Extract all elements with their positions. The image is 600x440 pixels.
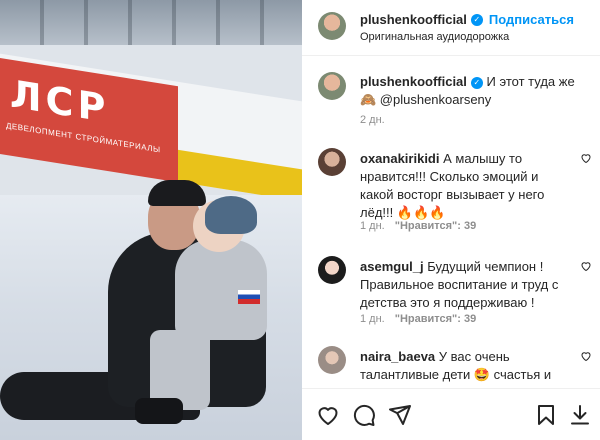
follow-button[interactable]: Подписаться <box>489 12 574 27</box>
comment-meta: 1 дн. "Нравится": 39 <box>360 220 476 232</box>
author-username[interactable]: plushenkoofficial <box>360 12 467 27</box>
heart-icon[interactable] <box>580 350 592 362</box>
post-side-panel: plushenkoofficial ✓ Подписаться Оригинальн… <box>302 0 600 440</box>
child-skate <box>135 398 183 424</box>
verified-badge-icon: ✓ <box>470 76 483 89</box>
comment-text-block: naira_baeva У вас очень талантливые дети… <box>360 348 574 384</box>
header-author: plushenkoofficial ✓ Подписаться <box>360 11 574 29</box>
author-avatar[interactable] <box>318 12 346 40</box>
post-caption: plushenkoofficial ✓ И этот туда же 🙈 @plu… <box>302 56 600 136</box>
caption-username[interactable]: plushenkoofficial <box>360 74 467 89</box>
adult-cap <box>148 180 206 206</box>
caption-author-avatar[interactable] <box>318 72 346 100</box>
post-header: plushenkoofficial ✓ Подписаться Оригинальн… <box>302 0 600 56</box>
comment-text-block: oxanakirikidi А малышу то нравится!!! Ск… <box>360 150 574 222</box>
caption-text-block: plushenkoofficial ✓ И этот туда же 🙈 @plu… <box>360 73 592 109</box>
verified-badge-icon: ✓ <box>470 13 483 26</box>
comment-icon[interactable] <box>352 403 376 427</box>
heart-icon[interactable] <box>580 260 592 272</box>
commenter-avatar[interactable] <box>318 346 346 374</box>
heart-icon[interactable] <box>580 152 592 164</box>
comment-username[interactable]: oxanakirikidi <box>360 151 439 166</box>
post-action-bar <box>302 388 600 440</box>
audio-link[interactable]: Оригинальная аудиодорожка <box>360 31 509 43</box>
sponsor-logo: ЛСР <box>10 71 110 132</box>
comment-likes[interactable]: "Нравится": 39 <box>395 220 476 232</box>
comment-username[interactable]: asemgul_j <box>360 259 424 274</box>
comment-timestamp[interactable]: 1 дн. <box>360 220 385 232</box>
comment-text-block: asemgul_j Будущий чемпион ! Правильное в… <box>360 258 574 312</box>
comment-likes[interactable]: "Нравится": 39 <box>395 313 476 325</box>
video-frame: ЛСР ДЕВЕЛОПМЕНТ СТРОЙМАТЕРИАЛЫ <box>0 0 302 440</box>
caption-timestamp[interactable]: 2 дн. <box>360 114 385 126</box>
comment-timestamp[interactable]: 1 дн. <box>360 313 385 325</box>
comment-meta: 1 дн. "Нравится": 39 <box>360 313 476 325</box>
bookmark-icon[interactable] <box>534 403 558 427</box>
comment-username[interactable]: naira_baeva <box>360 349 435 364</box>
comment-item: naira_baeva У вас очень талантливые дети… <box>302 346 600 388</box>
download-icon[interactable] <box>568 403 592 427</box>
post-video[interactable]: ЛСР ДЕВЕЛОПМЕНТ СТРОЙМАТЕРИАЛЫ <box>0 0 302 440</box>
heart-icon[interactable] <box>316 403 340 427</box>
share-icon[interactable] <box>388 403 412 427</box>
arena-rails <box>0 0 302 45</box>
commenter-avatar[interactable] <box>318 148 346 176</box>
child-hat <box>205 196 257 234</box>
russian-flag-patch <box>238 290 260 304</box>
commenter-avatar[interactable] <box>318 256 346 284</box>
